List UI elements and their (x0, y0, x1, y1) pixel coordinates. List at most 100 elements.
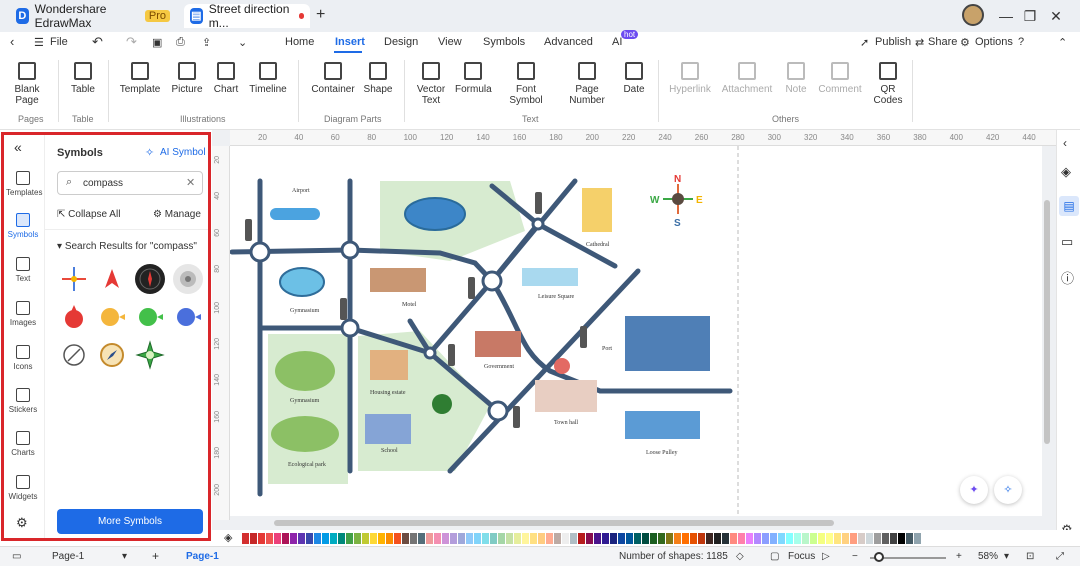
color-swatch[interactable] (466, 532, 473, 544)
color-swatch[interactable] (418, 532, 425, 544)
color-swatch[interactable] (322, 532, 329, 544)
publish-icon[interactable]: ➚ (860, 36, 869, 49)
color-swatch[interactable] (706, 532, 713, 544)
minimize-icon[interactable]: — (996, 6, 1016, 26)
color-swatch[interactable] (362, 532, 369, 544)
color-swatch[interactable] (434, 532, 441, 544)
color-swatch[interactable] (666, 532, 673, 544)
tab-view[interactable]: View (438, 36, 462, 48)
color-swatch[interactable] (714, 532, 721, 544)
compass-symbol-5[interactable] (59, 302, 89, 332)
print-icon[interactable]: ⎙ (176, 36, 185, 49)
avatar[interactable] (962, 4, 984, 26)
ai-sparkle-icon[interactable]: ✧ (145, 146, 154, 159)
rail-templates[interactable]: Templates (6, 171, 42, 197)
page-dropdown-icon[interactable]: ▾ (122, 551, 127, 562)
street-map-diagram[interactable]: Airport Gymnasium Motel Leisure Square C… (229, 146, 1042, 516)
tab-symbols[interactable]: Symbols (483, 36, 525, 48)
publish-button[interactable]: Publish (875, 36, 911, 48)
color-swatch[interactable] (250, 532, 257, 544)
color-swatch[interactable] (450, 532, 457, 544)
rail-icons[interactable]: Icons (6, 345, 40, 371)
rail-widgets[interactable]: Widgets (6, 475, 40, 501)
color-swatch[interactable] (786, 532, 793, 544)
hamburger-icon[interactable]: ☰ (34, 36, 44, 49)
rail-charts[interactable]: Charts (6, 431, 40, 457)
gear-icon[interactable]: ⚙ (960, 36, 970, 49)
color-swatch[interactable] (346, 532, 353, 544)
color-swatch[interactable] (538, 532, 545, 544)
color-swatch[interactable] (882, 532, 889, 544)
shape-button[interactable]: Shape (362, 62, 394, 95)
manage-button[interactable]: ⚙ Manage (153, 209, 201, 220)
color-swatch[interactable] (546, 532, 553, 544)
app-tab[interactable]: D Wondershare EdrawMax Pro (10, 2, 176, 30)
color-swatch[interactable] (810, 532, 817, 544)
color-swatch[interactable] (682, 532, 689, 544)
presentation-icon[interactable]: ▭ (1061, 234, 1073, 250)
color-swatch[interactable] (522, 532, 529, 544)
color-swatch[interactable] (338, 532, 345, 544)
color-swatch[interactable] (490, 532, 497, 544)
ai-sparkle-float-icon[interactable]: ✧ (994, 476, 1022, 504)
attachment-button[interactable]: Attachment (720, 62, 774, 95)
color-swatch[interactable] (314, 532, 321, 544)
fill-bucket-icon[interactable]: ◈ (1061, 164, 1071, 180)
zoom-in-icon[interactable]: + (956, 551, 962, 562)
color-swatch[interactable] (762, 532, 769, 544)
color-swatch[interactable] (906, 532, 913, 544)
color-swatch[interactable] (594, 532, 601, 544)
color-swatch[interactable] (258, 532, 265, 544)
color-swatch[interactable] (698, 532, 705, 544)
color-swatch[interactable] (458, 532, 465, 544)
color-swatch[interactable] (306, 532, 313, 544)
color-swatch[interactable] (442, 532, 449, 544)
collapse-all-button[interactable]: ⇱ Collapse All (57, 209, 120, 220)
color-swatch[interactable] (914, 532, 921, 544)
compass-symbol-1[interactable] (59, 264, 89, 294)
color-swatch[interactable] (730, 532, 737, 544)
color-swatch[interactable] (274, 532, 281, 544)
focus-button[interactable]: Focus (788, 551, 815, 562)
vertical-scrollbar[interactable] (1044, 200, 1050, 444)
color-swatch[interactable] (690, 532, 697, 544)
file-menu[interactable]: File (50, 36, 68, 48)
color-swatch[interactable] (402, 532, 409, 544)
color-swatch[interactable] (298, 532, 305, 544)
color-swatch[interactable] (818, 532, 825, 544)
color-swatch[interactable] (834, 532, 841, 544)
compass-symbol-4[interactable] (173, 264, 203, 294)
color-swatch[interactable] (658, 532, 665, 544)
color-swatch[interactable] (386, 532, 393, 544)
search-input[interactable]: ⌕ compass ✕ (57, 171, 203, 195)
color-swatch[interactable] (498, 532, 505, 544)
tab-ai[interactable]: AI (612, 36, 622, 48)
help-icon[interactable]: ? (1018, 36, 1024, 48)
active-page-tab[interactable]: Page-1 (186, 551, 219, 562)
fill-color-icon[interactable]: ◈ (224, 531, 232, 544)
chart-button[interactable]: Chart (212, 62, 240, 95)
color-swatch[interactable] (626, 532, 633, 544)
compass-symbol-11[interactable] (135, 340, 165, 370)
color-swatch[interactable] (514, 532, 521, 544)
page-selector[interactable]: Page-1 (52, 551, 84, 562)
color-swatch[interactable] (378, 532, 385, 544)
export-icon[interactable]: ⇪ (202, 36, 211, 49)
rail-images[interactable]: Images (6, 301, 40, 327)
color-swatch[interactable] (634, 532, 641, 544)
vector-text-button[interactable]: Vector Text (414, 62, 448, 106)
date-button[interactable]: Date (620, 62, 648, 95)
color-swatch[interactable] (802, 532, 809, 544)
compass-symbol-8[interactable] (173, 302, 203, 332)
color-swatch[interactable] (898, 532, 905, 544)
expand-right-panel-icon[interactable]: ‹ (1063, 136, 1067, 150)
document-tab[interactable]: ▤ Street direction m... (184, 2, 310, 30)
share-button[interactable]: Share (928, 36, 957, 48)
color-swatch[interactable] (850, 532, 857, 544)
clear-search-icon[interactable]: ✕ (186, 176, 195, 189)
picture-button[interactable]: Picture (170, 62, 204, 95)
layers-icon[interactable]: ◇ (736, 551, 744, 562)
font-symbol-button[interactable]: Font Symbol (508, 62, 544, 106)
page-properties-icon[interactable]: ▤ (1059, 196, 1079, 216)
zoom-slider-handle[interactable] (874, 552, 884, 562)
